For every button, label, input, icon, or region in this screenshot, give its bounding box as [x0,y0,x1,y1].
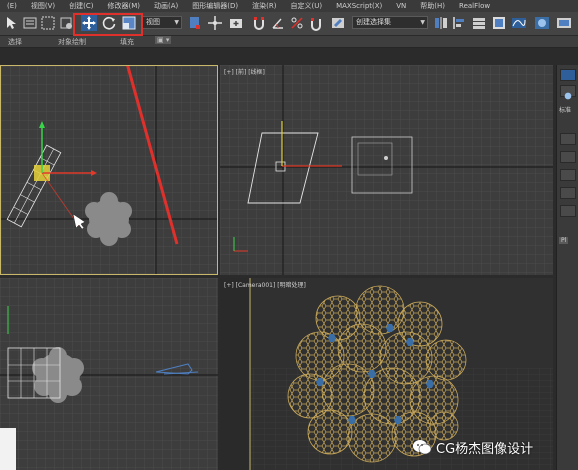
edit-named-selection-icon[interactable] [330,15,346,31]
tab-populate[interactable]: 填充 [120,37,134,47]
viewport-grid [0,278,218,470]
menu-maxscript[interactable]: MAXScript(X) [329,0,389,12]
curve-editor-icon[interactable] [511,15,527,31]
menu-realflow[interactable]: RealFlow [452,0,497,12]
menu-rendering[interactable]: 渲染(R) [245,0,283,12]
menu-edit[interactable]: (E) [0,0,24,12]
tab-selection[interactable]: 选择 [8,37,22,47]
app-window: (E) 视图(V) 创建(C) 修改器(M) 动画(A) 图形编辑器(D) 渲染… [0,0,578,470]
ribbon-tabs: 选择 对象绘制 填充 ▣ ▾ [0,36,578,48]
select-by-name-icon[interactable] [22,15,38,31]
viewport-top-left[interactable] [0,65,218,275]
viewport-label[interactable]: [+] [Camera001] [明暗处理] [224,280,306,289]
menu-help[interactable]: 帮助(H) [413,0,452,12]
percent-snap-icon[interactable] [289,15,305,31]
panel-button-2[interactable] [560,151,576,163]
viewport-top-right[interactable]: [+] [前] [线框] [220,65,553,275]
menu-animation[interactable]: 动画(A) [147,0,185,12]
cursor-icon[interactable] [3,15,19,31]
modify-tab-icon[interactable] [560,85,576,100]
transform-tools-highlight [73,13,143,36]
reference-coordinate-dropdown[interactable]: 视图 ▼ [142,16,182,29]
menu-bar: (E) 视图(V) 创建(C) 修改器(M) 动画(A) 图形编辑器(D) 渲染… [0,0,578,12]
menu-graph-editors[interactable]: 图形编辑器(D) [185,0,245,12]
category-label: 标准 [559,107,572,114]
watermark: CG杨杰图像设计 [412,436,578,458]
watermark-text: CG杨杰图像设计 [436,441,534,457]
mirror-icon[interactable] [433,15,449,31]
align-icon[interactable] [451,15,467,31]
snap-toggle-icon[interactable] [251,15,267,31]
menu-create[interactable]: 创建(C) [62,0,100,12]
panel-button-3[interactable] [560,169,576,181]
window-crossing-icon[interactable] [58,15,74,31]
menu-modifiers[interactable]: 修改器(M) [101,0,148,12]
menu-customize[interactable]: 自定义(U) [283,0,329,12]
rect-selection-icon[interactable] [40,15,56,31]
command-panel: 标准 Pl [556,65,578,470]
named-selection-sets-dropdown[interactable]: 创建选择集 ▼ [352,16,428,29]
menu-vn[interactable]: VN [389,0,413,12]
keyboard-shortcut-icon[interactable] [228,15,244,31]
graphite-tools-icon[interactable] [491,15,507,31]
render-setup-icon[interactable] [556,15,572,31]
wechat-logo-icon [413,440,432,455]
panel-button-5[interactable] [560,205,576,217]
ribbon-toggle-button[interactable]: ▣ ▾ [155,36,172,44]
layer-manager-icon[interactable] [471,15,487,31]
create-tab-icon[interactable] [560,69,576,81]
menu-view[interactable]: 视图(V) [24,0,62,12]
panel-button-4[interactable] [560,187,576,199]
material-editor-icon[interactable] [534,15,550,31]
viewport-label[interactable]: [+] [前] [线框] [224,67,265,76]
angle-snap-icon[interactable] [270,15,286,31]
select-manipulate-icon[interactable] [207,15,223,31]
viewport-bottom-left[interactable] [0,278,218,470]
pivot-center-icon[interactable] [187,15,203,31]
panel-corner [0,428,16,470]
object-name-field[interactable]: Pl [559,237,569,244]
panel-button-1[interactable] [560,133,576,145]
viewport-grid [220,65,553,275]
tab-object-paint[interactable]: 对象绘制 [58,37,86,47]
spinner-snap-icon[interactable] [308,15,324,31]
viewport-grid [1,66,217,274]
